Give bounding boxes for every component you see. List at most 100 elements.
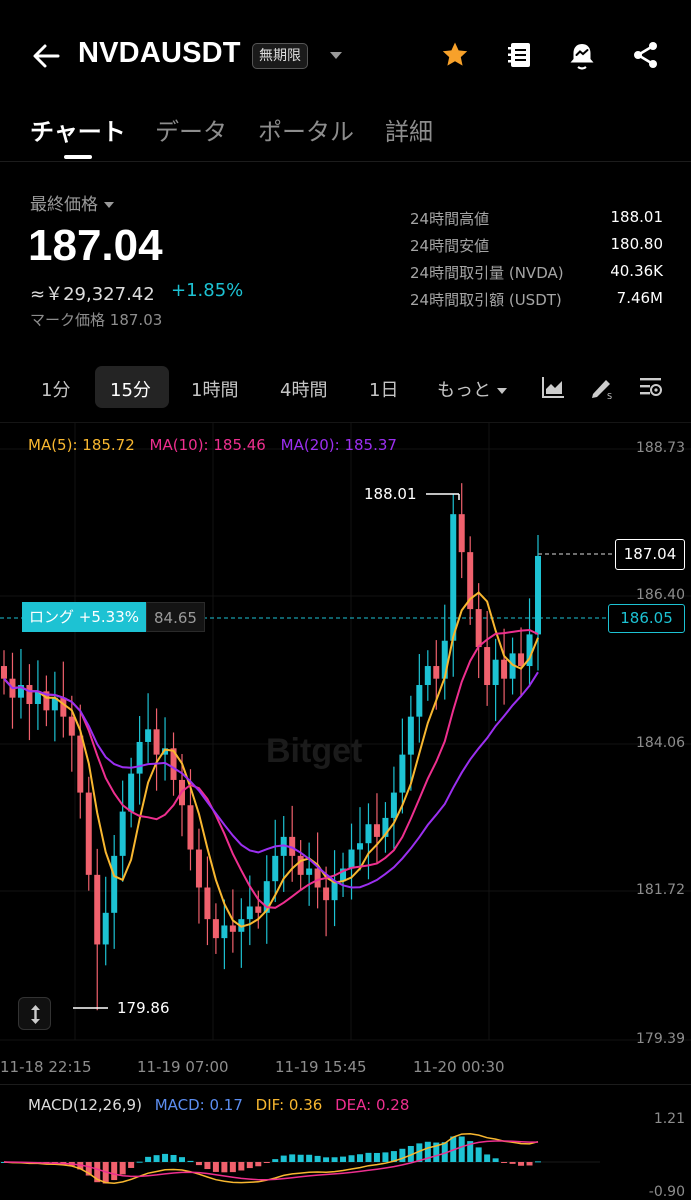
- last-price-selector[interactable]: 最終価格: [30, 190, 114, 215]
- candle-body-down: [501, 659, 508, 679]
- last-price: 187.04: [28, 221, 163, 270]
- svg-text:S: S: [607, 392, 612, 400]
- macd-bar-up: [348, 1155, 355, 1162]
- candle-body-up: [145, 729, 152, 742]
- stat-low-label: 24時間安値: [410, 237, 490, 255]
- macd-bar-up: [492, 1158, 499, 1162]
- candle-body-up: [390, 792, 397, 818]
- macd-bar-up: [373, 1152, 380, 1162]
- tab-portal[interactable]: ポータル: [258, 112, 354, 147]
- candle-body-up: [128, 773, 135, 812]
- macd-bar-down: [263, 1162, 270, 1163]
- chart-type-icon[interactable]: [540, 374, 566, 400]
- candle-body-down: [373, 824, 380, 837]
- chevron-down-icon[interactable]: [330, 52, 342, 59]
- macd-bar-up: [340, 1156, 347, 1162]
- y-tick: 181.72: [636, 882, 685, 898]
- ma20-line: [3, 671, 539, 889]
- y-tick: 179.39: [636, 1031, 685, 1047]
- candle-body-down: [26, 685, 33, 705]
- share-icon[interactable]: [631, 40, 661, 70]
- candle-body-up: [246, 906, 253, 920]
- macd-bar-down: [128, 1162, 135, 1168]
- macd-bar-up: [475, 1147, 482, 1162]
- back-arrow-icon[interactable]: [30, 40, 62, 72]
- interval-1m[interactable]: 1分: [41, 376, 70, 402]
- price-in-jpy: ≈￥29,327.42: [30, 284, 155, 305]
- long-entry-price-box: 186.05: [608, 604, 685, 633]
- macd-bar-up: [399, 1148, 406, 1162]
- macd-bar-down: [195, 1162, 202, 1166]
- candle-body-up: [416, 685, 423, 717]
- candle-body-down: [77, 735, 84, 793]
- stat-volume-value: 40.36K: [610, 262, 663, 280]
- macd-bar-up: [314, 1155, 321, 1162]
- interval-bar: 1分 15分 1時間 4時間 1日 もっと S: [0, 360, 691, 416]
- tab-details[interactable]: 詳細: [385, 112, 433, 147]
- macd-bar-up: [382, 1152, 389, 1162]
- stat-low-value: 180.80: [610, 235, 664, 253]
- top-bar: NVDAUSDT 無期限: [0, 0, 691, 112]
- candle-body-down: [297, 855, 304, 875]
- macd-bar-down: [526, 1162, 533, 1166]
- x-tick: 11-20 00:30: [413, 1058, 505, 1076]
- candle-body-up: [102, 912, 109, 945]
- star-icon[interactable]: [440, 40, 470, 70]
- macd-bar-up: [297, 1154, 304, 1162]
- candle-body-up: [119, 811, 126, 856]
- macd-divider: [0, 1084, 691, 1085]
- macd-chart[interactable]: [0, 1110, 691, 1200]
- long-position-qty: 84.65: [146, 602, 205, 632]
- stat-high-label: 24時間高値: [410, 210, 490, 228]
- candle-body-up: [399, 754, 406, 793]
- candle-body-up: [331, 881, 338, 901]
- candle-body-down: [255, 906, 262, 913]
- interval-15m[interactable]: 15分: [110, 376, 151, 402]
- mark-price: マーク価格 187.03: [30, 311, 163, 329]
- low-price-label: 179.86: [117, 999, 170, 1017]
- long-position-tag[interactable]: ロング +5.33% 84.65: [22, 602, 205, 632]
- macd-bar-up: [365, 1152, 372, 1162]
- macd-bar-up: [458, 1136, 465, 1162]
- macd-bar-down: [238, 1162, 245, 1171]
- candle-body-down: [153, 729, 160, 755]
- candle-body-down: [85, 792, 92, 875]
- candle-body-up: [348, 849, 355, 869]
- macd-bar-up: [153, 1155, 160, 1162]
- interval-1d[interactable]: 1日: [369, 376, 398, 402]
- symbol-title[interactable]: NVDAUSDT: [78, 37, 241, 70]
- macd-bar-up: [170, 1154, 177, 1162]
- high-price-label: 188.01: [364, 485, 417, 503]
- interval-1h[interactable]: 1時間: [191, 376, 238, 402]
- ma-legend: MA(5): 185.72 MA(10): 185.46 MA(20): 185…: [28, 436, 407, 454]
- current-price-box: 187.04: [615, 539, 685, 570]
- macd-bar-up: [323, 1157, 330, 1162]
- candle-body-down: [195, 849, 202, 888]
- indicator-settings-icon[interactable]: [638, 374, 664, 400]
- macd-bar-up: [136, 1161, 143, 1163]
- long-position-label: ロング +5.33%: [22, 602, 146, 632]
- price-change-percent: +1.85%: [171, 280, 244, 301]
- macd-bar-down: [509, 1162, 516, 1164]
- interval-more[interactable]: もっと: [437, 376, 507, 402]
- x-tick: 11-19 07:00: [137, 1058, 229, 1076]
- candle-body-up: [357, 843, 363, 850]
- macd-bar-up: [535, 1161, 541, 1163]
- draw-tool-icon[interactable]: S: [589, 374, 615, 400]
- alert-bell-icon[interactable]: [567, 40, 597, 70]
- candle-body-up: [272, 855, 279, 882]
- main-tabs: チャート データ ポータル 詳細: [0, 104, 691, 162]
- macd-bar-down: [212, 1162, 219, 1172]
- candle-body-up: [306, 868, 313, 875]
- scale-toggle-button[interactable]: [18, 997, 51, 1030]
- tab-chart[interactable]: チャート: [30, 112, 126, 147]
- chevron-down-icon: [104, 202, 114, 208]
- macd-bar-up: [306, 1154, 313, 1162]
- bitget-watermark: Bitget: [266, 732, 363, 770]
- interval-4h[interactable]: 4時間: [280, 376, 327, 402]
- candle-body-down: [1, 666, 7, 679]
- tab-data[interactable]: データ: [155, 112, 227, 147]
- candle-body-down: [68, 716, 75, 736]
- notebook-icon[interactable]: [505, 40, 535, 70]
- dif-line: [3, 1132, 539, 1184]
